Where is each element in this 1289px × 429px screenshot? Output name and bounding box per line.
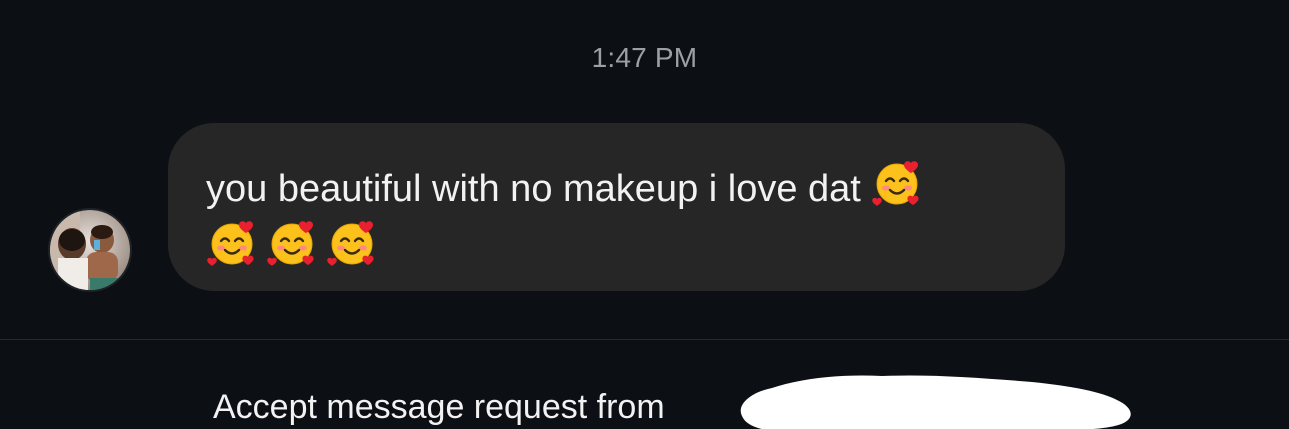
message-text: you beautiful with no makeup i love dat: [206, 168, 861, 210]
message-request-prompt: Accept message request from: [213, 388, 665, 427]
avatar-photo-icon: [50, 210, 130, 290]
message-line-1: you beautiful with no makeup i love dat: [206, 157, 1025, 215]
message-request-label: Accept message request from: [213, 388, 665, 426]
sender-avatar[interactable]: [48, 208, 132, 292]
smiling-face-with-hearts-icon: [326, 217, 378, 269]
section-divider: [0, 339, 1289, 340]
message-request-screen: 1:47 PM you beautiful with no makeup i l…: [0, 0, 1289, 429]
message-timestamp: 1:47 PM: [591, 42, 698, 73]
smiling-face-with-hearts-icon: [206, 217, 258, 269]
message-line-2: [206, 217, 1025, 269]
received-message-bubble[interactable]: you beautiful with no makeup i love dat: [168, 123, 1065, 291]
smiling-face-with-hearts-icon: [266, 217, 318, 269]
redaction-scribble: [740, 375, 1131, 429]
smiling-face-with-hearts-icon: [871, 157, 923, 209]
